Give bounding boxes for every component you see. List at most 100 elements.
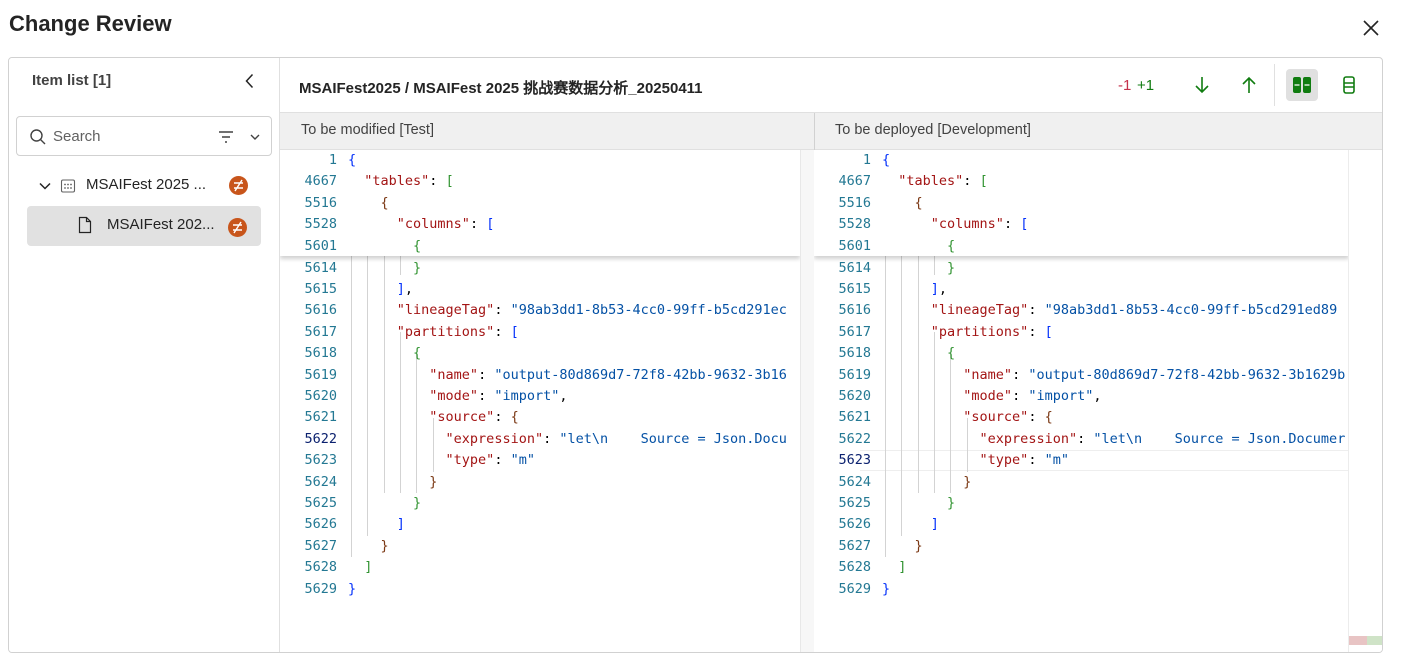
code-text: } [380,537,389,554]
code-text: "mode": "import", [429,387,568,404]
line-number: 5528 [838,216,871,233]
code-text: } [429,473,438,490]
inline-view-button[interactable] [1333,69,1365,101]
line-number: 5620 [838,387,871,404]
line-number: 5620 [304,387,337,404]
close-button[interactable] [1360,17,1382,39]
code-line: 5626 ] [814,514,1349,535]
previous-change-button[interactable] [1238,74,1260,96]
code-text: "lineageTag": "98ab3dd1-8b53-4cc0-99ff-b… [396,302,787,319]
code-text: "type": "m" [445,452,535,469]
code-text: ], [396,280,414,297]
code-text: { [413,345,422,362]
code-line: 5623 "type": "m" [280,450,800,471]
code-text: "columns": [ [930,216,1029,233]
left-pane-header: To be modified [Test] [301,122,434,138]
code-text: } [882,580,891,597]
code-line: 5621 "source": { [814,407,1349,428]
code-text: } [963,473,972,490]
tree-item-report[interactable]: MSAIFest 202... [27,206,261,246]
line-number: 5616 [304,302,337,319]
code-line: 5616 "lineageTag": "98ab3dd1-8b53-4cc0-9… [814,300,1349,321]
code-line: 5627 } [814,536,1349,557]
code-line: 5628 ] [814,557,1349,578]
line-number: 5619 [838,366,871,383]
close-icon [1363,20,1379,36]
right-pane-header: To be deployed [Development] [835,122,1031,138]
diff-main: MSAIFest2025 / MSAIFest 2025 挑战赛数据分析_202… [280,58,1382,652]
toolbar-divider [1274,64,1275,106]
code-text: "source": { [429,409,519,426]
code-line: 5627 } [280,536,800,557]
line-number: 4667 [838,173,871,190]
line-number: 5621 [304,409,337,426]
document-icon [78,216,92,234]
line-number: 5629 [838,580,871,597]
code-line: 5618 { [814,343,1349,364]
review-frame: Item list [1] MSAIFest 2025 ... [8,57,1383,653]
right-code-pane[interactable]: 5613 "summarizeBy": "sum5614 }5615 ],561… [814,150,1349,652]
chevron-down-icon[interactable] [248,130,262,144]
diff-header: MSAIFest2025 / MSAIFest 2025 挑战赛数据分析_202… [280,58,1382,113]
side-by-side-view-button[interactable] [1286,69,1318,101]
line-number: 5622 [304,430,337,447]
line-number: 5622 [838,430,871,447]
code-text: ], [930,280,948,297]
filter-icon[interactable] [217,128,235,146]
code-text: "source": { [963,409,1053,426]
code-line: 5516 { [280,193,800,214]
code-text: } [348,580,357,597]
code-text: } [947,259,956,276]
sticky-scroll-header[interactable]: 1{4667 "tables": [5516 {5528 "columns": … [814,150,1349,256]
line-number: 5615 [304,280,337,297]
code-line: 1{ [814,150,1349,171]
arrow-up-icon [1242,76,1256,93]
arrow-down-icon [1195,77,1209,94]
line-number: 5626 [838,516,871,533]
chevron-down-icon[interactable] [38,179,52,193]
collapse-sidebar-button[interactable] [241,72,259,90]
code-line: 5614 } [280,258,800,279]
search-input[interactable] [53,126,203,146]
line-number: 5626 [304,516,337,533]
line-number: 5628 [838,559,871,576]
line-number: 4667 [304,173,337,190]
code-line: 5629} [814,579,1349,600]
line-number: 1 [862,152,871,168]
line-number: 5614 [304,259,337,276]
code-line: 5614 } [814,258,1349,279]
line-number: 5627 [838,537,871,554]
code-line: 4667 "tables": [ [814,171,1349,192]
line-number: 5629 [304,580,337,597]
code-line: 5623 "type": "m" [814,450,1349,471]
code-line: 5617 "partitions": [ [814,322,1349,343]
line-number: 5614 [838,259,871,276]
code-line: 5528 "columns": [ [280,214,800,235]
line-number: 5624 [838,473,871,490]
tree-item-semantic-model[interactable]: MSAIFest 2025 ... [31,166,271,206]
added-marker [1367,636,1382,645]
code-line: 5615 ], [814,279,1349,300]
pane-headers: To be modified [Test] To be deployed [De… [280,113,1382,150]
code-text: } [914,537,923,554]
code-line: 1{ [280,150,800,171]
code-text: "name": "output-80d869d7-72f8-42bb-9632-… [429,366,787,383]
next-change-button[interactable] [1191,74,1213,96]
code-text: } [413,259,422,276]
line-number: 5615 [838,280,871,297]
sticky-scroll-header[interactable]: 1{4667 "tables": [5516 {5528 "columns": … [280,150,800,256]
line-number: 5617 [304,323,337,340]
code-line: 5619 "name": "output-80d869d7-72f8-42bb-… [280,365,800,386]
code-text: ] [930,516,939,533]
left-code-pane[interactable]: 5613 "summarizeBy": "sum5614 }5615 ],561… [280,150,800,652]
line-number: 5627 [304,537,337,554]
grid-icon [60,179,76,193]
left-scrollbar[interactable] [800,150,814,652]
code-text: { [348,152,357,168]
code-line: 5616 "lineageTag": "98ab3dd1-8b53-4cc0-9… [280,300,800,321]
diff-overview-ruler[interactable] [1348,150,1382,652]
code-text: "tables": [ [898,173,988,190]
code-text: "name": "output-80d869d7-72f8-42bb-9632-… [963,366,1346,383]
collapse-left-icon [245,73,254,89]
code-text: { [914,194,923,211]
